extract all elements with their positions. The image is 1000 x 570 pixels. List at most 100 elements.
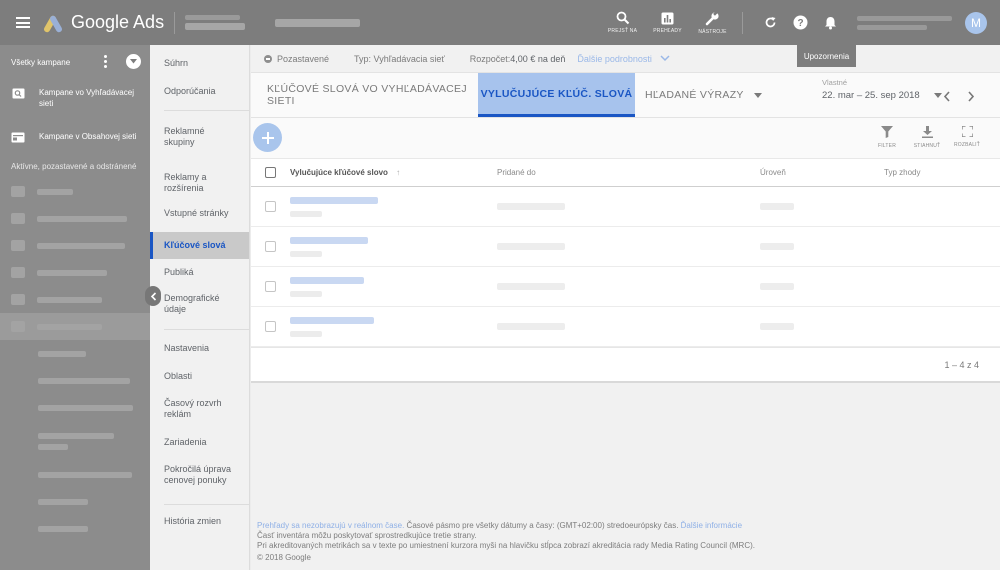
date-range-label: Vlastné: [822, 78, 848, 87]
page-menu-item-ads[interactable]: Reklamy a rozšírenia: [150, 163, 249, 203]
help-button[interactable]: ?: [785, 0, 815, 45]
chevron-down-icon[interactable]: [660, 55, 670, 62]
date-nav: [943, 91, 975, 102]
table-row: [251, 227, 1000, 267]
page-menu-item-change-history[interactable]: História zmien: [150, 505, 249, 537]
more-details-link[interactable]: Ďalšie podrobnosti: [577, 54, 652, 64]
download-label: STIAHNUŤ: [913, 143, 941, 149]
negative-keywords-panel: FILTER STIAHNUŤ ROZBALIŤ Vylučujúce kľúč…: [251, 118, 1000, 381]
keyword-tabs: KĽÚČOVÉ SLOVÁ VO VYHĽADÁVACEJ SIETI VYLU…: [251, 72, 1000, 118]
campaign-status[interactable]: Pozastavené: [277, 54, 329, 64]
download-button[interactable]: STIAHNUŤ: [907, 126, 947, 149]
dropdown-arrow-icon: [753, 92, 762, 98]
page-menu-item-recommendations[interactable]: Odporúčania: [150, 82, 249, 101]
search-campaigns-item[interactable]: Kampane vo Vyhľadávacej sieti: [0, 79, 150, 117]
keyword-detail-blurred: [290, 250, 322, 257]
page-menu-item-ad-groups[interactable]: Reklamné skupiny: [150, 111, 249, 163]
negative-keyword-blurred[interactable]: [290, 276, 364, 284]
collapse-nav-button[interactable]: [145, 286, 161, 306]
page-menu-item-summary[interactable]: Súhrn: [150, 45, 249, 82]
tab-search-keywords[interactable]: KĽÚČOVÉ SLOVÁ VO VYHĽADÁVACEJ SIETI: [251, 73, 478, 117]
all-campaigns-header[interactable]: Všetky kampane: [0, 45, 150, 79]
goto-button[interactable]: PREJSŤ NA: [600, 0, 645, 45]
column-negative-keyword-label: Vylučujúce kľúčové slovo: [290, 168, 388, 177]
ad-group-item-blurred[interactable]: [0, 421, 150, 461]
column-header-added-to[interactable]: Pridané do: [497, 168, 760, 177]
negative-keyword-blurred[interactable]: [290, 196, 378, 204]
table-row: [251, 187, 1000, 227]
ad-group-item-blurred[interactable]: [0, 394, 150, 421]
search-icon: [616, 11, 629, 25]
campaign-item-blurred[interactable]: [0, 205, 150, 232]
budget-label: Rozpočet:: [469, 53, 511, 64]
chevron-left-icon[interactable]: [943, 91, 951, 102]
reports-button[interactable]: PREHĽADY: [645, 0, 690, 45]
filter-button[interactable]: FILTER: [867, 126, 907, 149]
column-header-match-type[interactable]: Typ zhody: [884, 168, 984, 177]
menu-icon[interactable]: [0, 0, 45, 45]
tab-negative-keywords[interactable]: VYLUČUJÚCE KĽÚČ. SLOVÁ: [478, 73, 635, 117]
chevron-right-icon[interactable]: [967, 91, 975, 102]
google-ads-logo[interactable]: Google Ads: [42, 0, 164, 45]
negative-keywords-table: Vylučujúce kľúčové slovo ↑ Pridané do Úr…: [251, 158, 1000, 381]
reports-label: PREHĽADY: [653, 27, 682, 34]
campaign-type: Typ: Vyhľadávacia sieť: [354, 53, 445, 64]
campaign-item-blurred-active[interactable]: [0, 313, 150, 340]
reporting-delay-link[interactable]: Prehľady sa nezobrazujú v reálnom čase.: [257, 521, 404, 530]
ad-group-item-blurred[interactable]: [0, 461, 150, 488]
campaign-name-blurred[interactable]: [275, 18, 361, 27]
page-menu-item-landing-pages[interactable]: Vstupné stránky: [150, 203, 249, 223]
page-menu-item-keywords[interactable]: Kľúčové slová: [150, 232, 249, 259]
ad-group-item-blurred[interactable]: [0, 367, 150, 394]
page-menu-item-locations[interactable]: Oblasti: [150, 366, 249, 386]
notifications-button[interactable]: [815, 0, 845, 45]
more-vert-icon[interactable]: [104, 55, 108, 68]
learn-more-link[interactable]: Ďalšie informácie: [681, 521, 742, 530]
avatar[interactable]: M: [965, 11, 987, 34]
budget-value[interactable]: 4,00 € na deň: [510, 54, 565, 64]
keyword-detail-blurred: [290, 330, 322, 337]
page-menu-item-devices[interactable]: Zariadenia: [150, 432, 249, 452]
tab-search-terms[interactable]: HĽADANÉ VÝRAZY: [635, 73, 765, 117]
page-menu-item-settings[interactable]: Nastavenia: [150, 330, 249, 366]
page-menu-item-bid-adjustments[interactable]: Pokročilá úprava cenovej ponuky: [150, 452, 249, 498]
ad-group-item-blurred[interactable]: [0, 340, 150, 367]
inventory-note: Časť inventára môžu poskytovať sprostred…: [257, 531, 477, 540]
display-campaigns-item[interactable]: Kampane v Obsahovej sieti: [0, 117, 150, 151]
page-menu-item-demographics[interactable]: Demografické údaje: [150, 286, 249, 322]
refresh-button[interactable]: [755, 0, 785, 45]
account-name-blurred[interactable]: [185, 15, 246, 30]
header-divider: [742, 11, 743, 34]
campaign-item-blurred[interactable]: [0, 259, 150, 286]
negative-keyword-blurred[interactable]: [290, 236, 368, 244]
user-email-blurred[interactable]: [857, 15, 957, 30]
campaign-item-blurred[interactable]: [0, 178, 150, 205]
expand-button[interactable]: ROZBALIŤ: [947, 126, 987, 149]
svg-text:?: ?: [797, 18, 803, 29]
campaign-navigation: Všetky kampane Kampane vo Vyhľadávacej s…: [0, 45, 150, 570]
row-checkbox[interactable]: [265, 281, 276, 292]
filter-icon: [881, 126, 893, 138]
sort-ascending-icon: ↑: [396, 168, 401, 177]
tools-button[interactable]: NÁSTROJE: [690, 0, 735, 45]
dropdown-icon[interactable]: [126, 54, 141, 69]
ad-group-item-blurred[interactable]: [0, 515, 150, 542]
campaign-item-blurred[interactable]: [0, 286, 150, 313]
row-checkbox[interactable]: [265, 241, 276, 252]
column-header-negative-keyword[interactable]: Vylučujúce kľúčové slovo ↑: [290, 168, 497, 177]
pagination: 1 – 4 z 4: [251, 347, 1000, 381]
date-range-picker[interactable]: Vlastné 22. mar – 25. sep 2018: [822, 78, 942, 101]
negative-keyword-blurred[interactable]: [290, 316, 374, 324]
ad-group-item-blurred[interactable]: [0, 488, 150, 515]
timezone-note: Časové pásmo pre všetky dátumy a časy: (…: [404, 521, 681, 530]
campaign-item-blurred[interactable]: [0, 232, 150, 259]
page-menu-item-ad-schedule[interactable]: Časový rozvrh reklám: [150, 386, 249, 432]
keyword-detail-blurred: [290, 210, 322, 217]
column-header-level[interactable]: Úroveň: [760, 168, 884, 177]
row-checkbox[interactable]: [265, 201, 276, 212]
add-negative-keyword-button[interactable]: [253, 123, 282, 152]
refresh-icon: [765, 17, 775, 28]
row-checkbox[interactable]: [265, 321, 276, 332]
select-all-checkbox[interactable]: [265, 167, 276, 178]
page-menu-item-audiences[interactable]: Publiká: [150, 259, 249, 286]
